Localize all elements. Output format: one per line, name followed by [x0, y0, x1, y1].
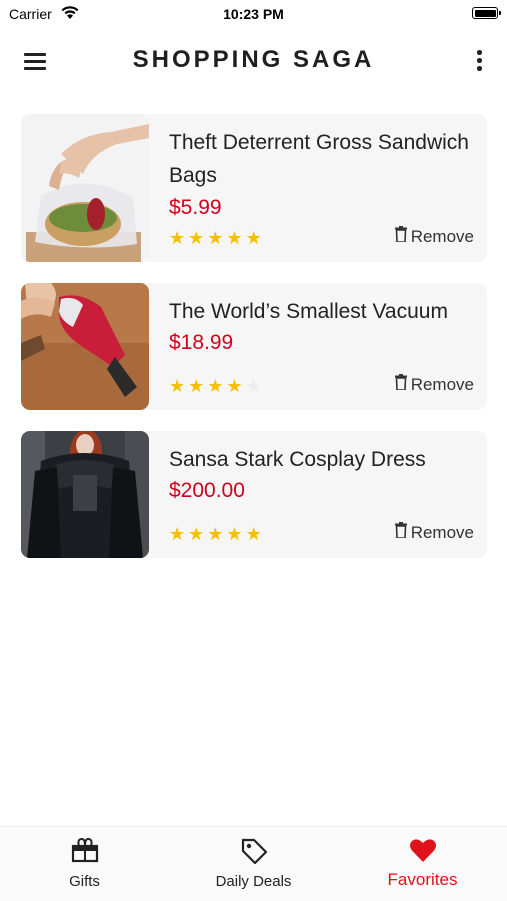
remove-label: Remove	[410, 522, 474, 542]
tag-icon	[169, 837, 338, 865]
star-filled-icon: ★	[188, 376, 205, 396]
star-empty-icon: ★	[245, 376, 262, 396]
star-filled-icon: ★	[169, 524, 186, 544]
product-name: Sansa Stark Cosplay Dress	[169, 448, 426, 471]
product-price: $5.99	[169, 196, 222, 219]
star-filled-icon: ★	[207, 376, 224, 396]
gift-icon	[0, 837, 169, 865]
star-filled-icon: ★	[169, 376, 186, 396]
product-card[interactable]: Sansa Stark Cosplay Dress $200.00 ★ ★ ★ ★ ★ …	[21, 431, 487, 558]
rating-stars: ★ ★ ★ ★ ★	[169, 376, 262, 396]
remove-label: Remove	[410, 226, 474, 246]
product-price: $18.99	[169, 331, 234, 354]
remove-button[interactable]: Remove	[394, 226, 474, 247]
star-filled-icon: ★	[207, 228, 224, 248]
star-filled-icon: ★	[188, 524, 205, 544]
tab-label: Favorites	[387, 870, 458, 889]
product-card[interactable]: The World’s Smallest Vacuum $18.99 ★ ★ ★ ★ ★…	[21, 283, 487, 410]
product-card[interactable]: Theft Deterrent Gross Sandwich Bags $5.9…	[21, 114, 487, 262]
star-filled-icon: ★	[169, 228, 186, 248]
trash-icon	[394, 226, 407, 247]
heart-icon	[338, 837, 507, 865]
product-name: Theft Deterrent Gross Sandwich Bags	[169, 131, 469, 187]
rating-stars: ★ ★ ★ ★ ★	[169, 524, 262, 544]
rating-stars: ★ ★ ★ ★ ★	[169, 228, 262, 248]
star-filled-icon: ★	[245, 228, 262, 248]
tab-label: Daily Deals	[215, 873, 292, 890]
mini-vacuum-photo	[21, 283, 149, 410]
tab-gifts[interactable]: Gifts	[0, 827, 169, 901]
remove-label: Remove	[410, 374, 474, 394]
tab-label: Gifts	[69, 873, 100, 890]
trash-icon	[394, 522, 407, 543]
star-filled-icon: ★	[226, 376, 243, 396]
sandwich-bag-photo	[21, 114, 149, 262]
app-header: SHOPPING SAGA	[0, 38, 507, 84]
clock: 10:23 PM	[223, 6, 284, 22]
star-filled-icon: ★	[245, 524, 262, 544]
star-filled-icon: ★	[226, 228, 243, 248]
star-filled-icon: ★	[188, 228, 205, 248]
tab-favorites[interactable]: Favorites	[338, 827, 507, 901]
trash-icon	[394, 374, 407, 395]
product-name: The World’s Smallest Vacuum	[169, 300, 448, 323]
product-price: $200.00	[169, 479, 245, 502]
star-filled-icon: ★	[226, 524, 243, 544]
remove-button[interactable]: Remove	[394, 522, 474, 543]
cosplay-dress-photo	[21, 431, 149, 558]
tab-daily-deals[interactable]: Daily Deals	[169, 827, 338, 901]
star-filled-icon: ★	[207, 524, 224, 544]
page-title: SHOPPING SAGA	[132, 46, 375, 73]
status-bar: Carrier 10:23 PM	[0, 0, 507, 28]
bottom-tab-bar: Gifts Daily Deals Favorites	[0, 826, 507, 901]
favorites-list: Theft Deterrent Gross Sandwich Bags $5.9…	[21, 114, 487, 579]
remove-button[interactable]: Remove	[394, 374, 474, 395]
battery-icon	[472, 7, 501, 19]
more-vertical-icon[interactable]	[471, 48, 487, 74]
